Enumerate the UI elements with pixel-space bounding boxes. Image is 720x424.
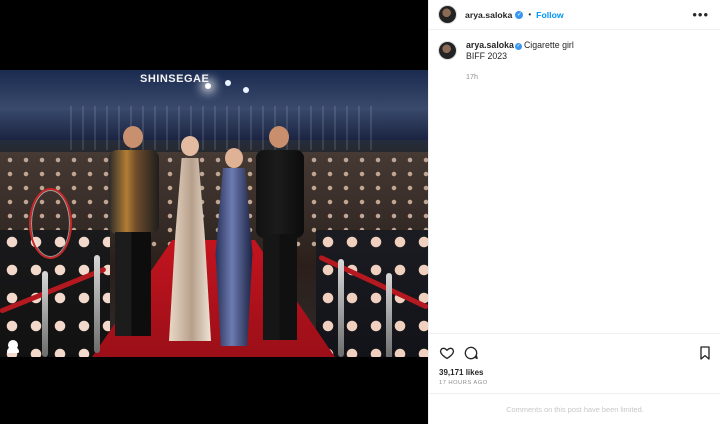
person-right-man: [251, 126, 309, 348]
like-button[interactable]: [439, 345, 455, 361]
person-dress: [169, 158, 211, 341]
caption-username[interactable]: arya.saloka: [466, 40, 514, 50]
person-legs: [263, 234, 297, 340]
person-jacket: [109, 150, 159, 234]
verified-icon: ✓: [514, 43, 522, 50]
person-dress: [215, 168, 253, 346]
person-suit: [256, 150, 304, 238]
stanchion-post: [42, 271, 48, 357]
person-legs: [115, 232, 151, 336]
person-head: [123, 126, 143, 148]
venue-sign: SHINSEGAE: [140, 73, 210, 85]
stadium-lights: [205, 83, 211, 89]
right-audience: [316, 230, 428, 357]
user-icon[interactable]: [7, 340, 19, 353]
stanchion-post: [338, 259, 344, 357]
person-left-man: [105, 126, 163, 347]
caption-block: arya.saloka ✓ Cigarette girl BIFF 2023 17h: [438, 40, 712, 81]
post-actions: [429, 333, 720, 367]
caption-avatar[interactable]: [438, 41, 457, 60]
comment-icon: [464, 346, 478, 360]
red-carpet-photo[interactable]: SHINSEGAE: [0, 70, 428, 357]
post-timestamp[interactable]: 17 HOURS AGO: [439, 380, 488, 386]
comment-button[interactable]: [463, 345, 479, 361]
caption-line-2: BIFF 2023: [466, 51, 508, 61]
post-sidebar: arya.saloka ✓ • Follow ••• arya.saloka ✓ C…: [428, 0, 720, 424]
post-header: arya.saloka ✓ • Follow •••: [429, 0, 720, 30]
highlight-circle: [29, 188, 72, 259]
caption-line-1: Cigarette girl: [523, 40, 574, 50]
instagram-post: SHINSEGAE arya.saloka ✓ • Follow ••• ary…: [0, 0, 720, 424]
stanchion-post: [94, 255, 100, 353]
follow-button[interactable]: Follow: [536, 10, 564, 20]
separator-dot: •: [528, 10, 532, 19]
person-head: [181, 136, 199, 156]
verified-icon: ✓: [515, 10, 524, 19]
person-woman-left: [165, 136, 215, 348]
likes-count[interactable]: 39,171 likes: [439, 368, 483, 377]
bookmark-icon: [700, 346, 710, 360]
heart-icon: [439, 347, 455, 360]
avatar[interactable]: [438, 5, 457, 24]
comments-limited-notice: Comments on this post have been limited.: [429, 393, 720, 424]
stanchion-post: [386, 273, 392, 357]
more-options-icon[interactable]: •••: [692, 7, 709, 22]
post-username[interactable]: arya.saloka: [465, 10, 512, 20]
caption-row: arya.saloka ✓ Cigarette girl BIFF 2023: [438, 40, 712, 62]
person-head: [269, 126, 289, 148]
save-button[interactable]: [697, 345, 713, 361]
caption-time: 17h: [466, 72, 478, 81]
person-head: [225, 148, 243, 168]
caption-text: arya.saloka ✓ Cigarette girl BIFF 2023: [466, 40, 574, 62]
post-media-panel: SHINSEGAE: [0, 0, 428, 424]
